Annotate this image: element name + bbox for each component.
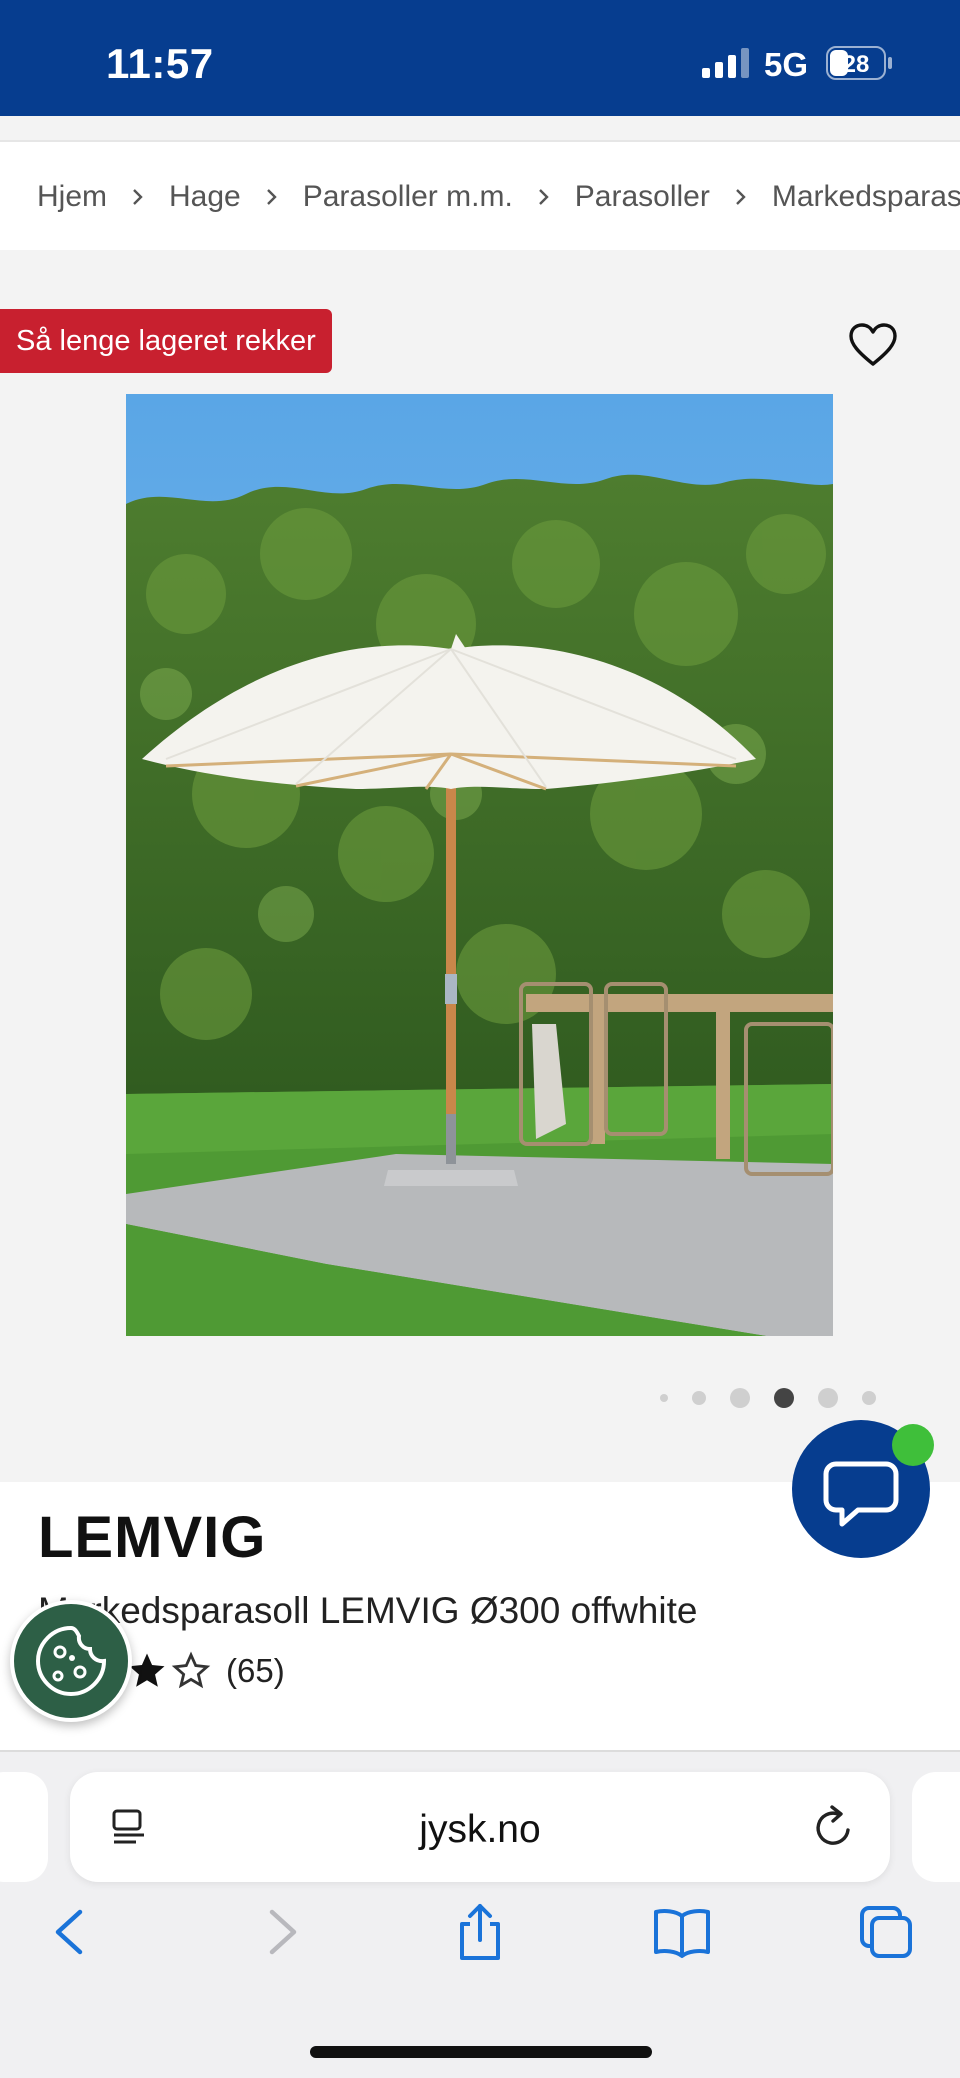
bookmarks-icon[interactable] <box>652 1902 712 1962</box>
carousel-pagination <box>660 1380 900 1416</box>
battery-level: 28 <box>843 51 870 78</box>
breadcrumb-item-hage[interactable]: Hage <box>169 180 241 214</box>
browser-bottom-bar: jysk.no <box>0 1750 960 2078</box>
carousel-dot[interactable] <box>730 1388 750 1408</box>
reload-icon[interactable] <box>812 1804 856 1850</box>
network-type: 5G <box>764 46 809 83</box>
online-status-dot <box>892 1424 934 1466</box>
carousel-dot[interactable] <box>692 1391 706 1405</box>
carousel-dot[interactable] <box>818 1388 838 1408</box>
carousel-dot[interactable] <box>660 1394 668 1402</box>
chevron-right-icon <box>266 189 277 205</box>
cellular-signal-icon <box>702 48 749 78</box>
tabs-icon[interactable] <box>856 1902 916 1962</box>
chevron-right-icon <box>133 189 143 205</box>
chevron-right-icon <box>735 189 746 205</box>
cookie-icon <box>35 1625 107 1697</box>
star-empty-icon <box>171 1651 211 1689</box>
next-tab-preview[interactable] <box>912 1772 960 1882</box>
battery-icon: 28 <box>826 46 892 80</box>
chevron-right-icon <box>538 189 549 205</box>
breadcrumb-item-hjem[interactable]: Hjem <box>37 180 107 214</box>
home-indicator[interactable] <box>310 2046 652 2058</box>
product-name: Markedsparasoll LEMVIG Ø300 offwhite <box>38 1590 698 1631</box>
breadcrumb-item-parasoller-mm[interactable]: Parasoller m.m. <box>303 180 513 214</box>
share-icon[interactable] <box>450 1902 510 1962</box>
cookie-settings-button[interactable] <box>10 1600 132 1722</box>
breadcrumb: Hjem Hage Parasoller m.m. Parasoller Mar… <box>0 140 960 250</box>
review-count: (65) <box>226 1652 285 1689</box>
url-text: jysk.no <box>419 1808 541 1851</box>
product-brand: LEMVIG <box>38 1505 267 1570</box>
breadcrumb-item-parasoller[interactable]: Parasoller <box>575 180 710 214</box>
star-filled-icon <box>129 1653 165 1687</box>
back-icon[interactable] <box>42 1902 102 1962</box>
carousel-dot[interactable] <box>862 1391 876 1405</box>
address-bar[interactable]: jysk.no <box>70 1772 890 1882</box>
browser-toolbar <box>0 1902 960 1992</box>
screen: 11:57 5G 28 Hjem Hage Parasoller m.m. Pa… <box>0 0 960 2078</box>
previous-tab-preview[interactable] <box>0 1772 48 1882</box>
breadcrumb-item-markedsparasoller[interactable]: Markedsparasoller <box>772 180 960 214</box>
status-time: 11:57 <box>106 40 214 87</box>
carousel-dot-active[interactable] <box>774 1388 794 1408</box>
stock-badge: Så lenge lageret rekker <box>0 309 332 373</box>
status-bar: 11:57 5G 28 <box>0 0 960 116</box>
forward-icon[interactable] <box>250 1902 310 1962</box>
heart-icon[interactable] <box>848 322 898 368</box>
product-image[interactable] <box>126 394 833 1336</box>
